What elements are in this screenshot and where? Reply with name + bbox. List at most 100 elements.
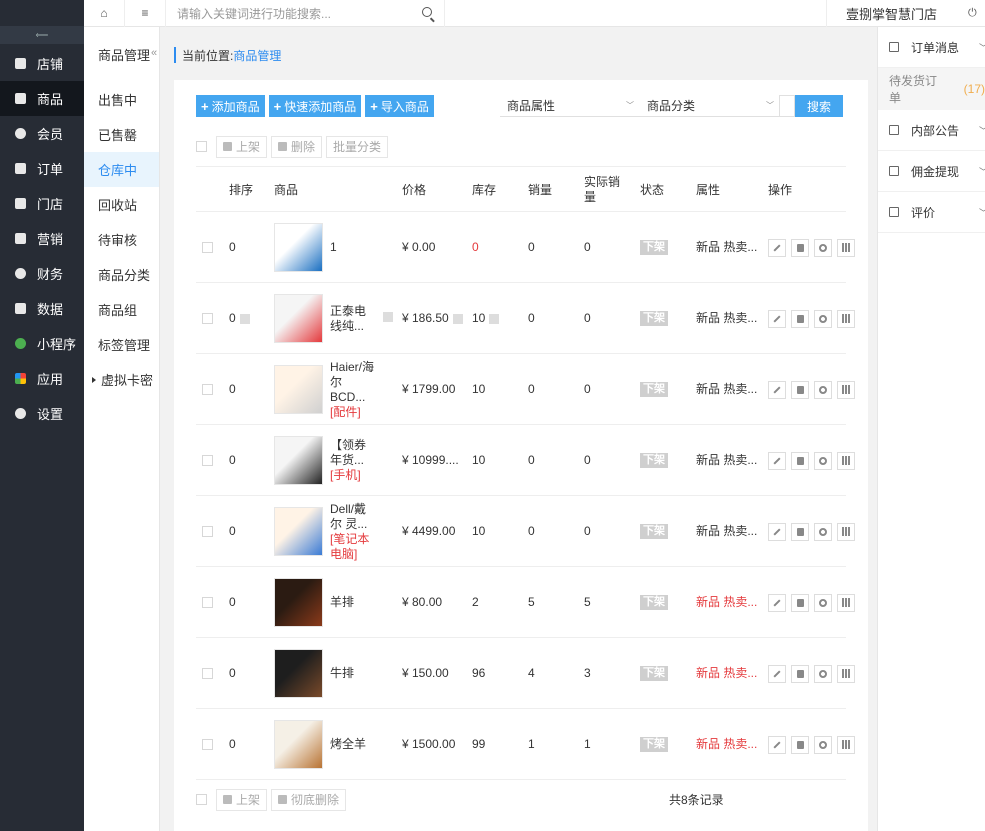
copy-link-button[interactable] (814, 451, 832, 470)
product-thumbnail[interactable] (274, 507, 323, 556)
row-checkbox[interactable] (202, 597, 213, 608)
product-name[interactable]: Haier/海尔 BCD... [配件] (330, 354, 374, 425)
product-thumbnail[interactable] (274, 578, 323, 627)
copy-link-button[interactable] (814, 735, 832, 754)
row-checkbox[interactable] (202, 739, 213, 750)
attrs-cell[interactable]: 新品 热卖... (696, 709, 757, 780)
status-badge[interactable]: 下架 (640, 595, 668, 610)
category-filter-select[interactable]: 商品分类 ﹀ (640, 95, 780, 117)
attrs-cell[interactable]: 新品 热卖... (696, 283, 757, 354)
attr-filter-select[interactable]: 商品属性 ﹀ (500, 95, 640, 117)
delete-row-button[interactable] (791, 451, 809, 470)
add-product-button[interactable]: + 添加商品 (196, 95, 265, 117)
import-product-button[interactable]: + 导入商品 (365, 95, 434, 117)
search-keyword-input[interactable] (779, 95, 795, 117)
product-name[interactable]: 牛排 (330, 638, 374, 709)
copy-link-button[interactable] (814, 664, 832, 683)
breadcrumb-current[interactable]: 商品管理 (233, 47, 281, 64)
sidebar-toggle[interactable]: ⟸ (0, 26, 84, 44)
subnav-item-sold-out[interactable]: 已售罄 (84, 117, 159, 152)
edit-button[interactable] (768, 238, 786, 257)
row-checkbox[interactable] (202, 384, 213, 395)
sidebar-item-marketing[interactable]: 营销 (0, 221, 84, 256)
sidebar-item-goods[interactable]: 商品 (0, 81, 84, 116)
edit-button[interactable] (768, 451, 786, 470)
qrcode-button[interactable] (837, 238, 855, 257)
header-sales[interactable]: 销量 (528, 167, 552, 213)
copy-link-button[interactable] (814, 593, 832, 612)
reviews[interactable]: 评价﹀ (878, 192, 985, 233)
edit-button[interactable] (768, 664, 786, 683)
subnav-item-virtual-card[interactable]: 虚拟卡密 (84, 362, 159, 397)
status-badge[interactable]: 下架 (640, 737, 668, 752)
edit-button[interactable] (768, 593, 786, 612)
sidebar-item-store[interactable]: 店铺 (0, 46, 84, 81)
pending-ship-orders[interactable]: 待发货订单 (17) (878, 68, 985, 110)
qrcode-button[interactable] (837, 309, 855, 328)
subnav-item-recycle[interactable]: 回收站 (84, 187, 159, 222)
edit-icon[interactable] (383, 312, 393, 322)
status-badge[interactable]: 下架 (640, 524, 668, 539)
delete-row-button[interactable] (791, 309, 809, 328)
delete-row-button[interactable] (791, 238, 809, 257)
product-thumbnail[interactable] (274, 294, 323, 343)
sort-cell[interactable]: 0 (229, 496, 236, 567)
quick-add-product-button[interactable]: + 快速添加商品 (268, 95, 362, 117)
qrcode-button[interactable] (837, 664, 855, 683)
product-name[interactable]: 羊排 (330, 567, 374, 638)
subnav-item-category[interactable]: 商品分类 (84, 257, 159, 292)
subnav-item-warehouse[interactable]: 仓库中 (84, 152, 159, 187)
subnav-item-on-sale[interactable]: 出售中 (84, 82, 159, 117)
attrs-cell[interactable]: 新品 热卖... (696, 638, 757, 709)
product-thumbnail[interactable] (274, 649, 323, 698)
qrcode-button[interactable] (837, 522, 855, 541)
product-thumbnail[interactable] (274, 720, 323, 769)
collapse-icon[interactable]: « (151, 47, 157, 59)
delete-row-button[interactable] (791, 593, 809, 612)
sort-cell[interactable]: 0 (229, 638, 236, 709)
product-name[interactable]: 正泰电 线纯... (330, 283, 374, 354)
menu-icon[interactable]: ≡ (125, 0, 166, 27)
status-badge[interactable]: 下架 (640, 311, 668, 326)
order-messages[interactable]: 订单消息﹀ (878, 27, 985, 68)
search-button[interactable]: 搜索 (795, 95, 843, 117)
attrs-cell[interactable]: 新品 热卖... (696, 354, 757, 425)
header-price[interactable]: 价格 (402, 167, 426, 213)
product-name[interactable]: 【领券 年货... [手机] (330, 425, 374, 496)
delete-row-button[interactable] (791, 735, 809, 754)
sidebar-item-data[interactable]: 数据 (0, 291, 84, 326)
qrcode-button[interactable] (837, 593, 855, 612)
purge-button[interactable]: 彻底删除 (271, 788, 347, 811)
copy-link-button[interactable] (814, 380, 832, 399)
copy-link-button[interactable] (814, 238, 832, 257)
edit-icon[interactable] (452, 313, 463, 324)
status-badge[interactable]: 下架 (640, 382, 668, 397)
sidebar-item-finance[interactable]: 财务 (0, 256, 84, 291)
power-icon[interactable]: ⏻ (968, 0, 985, 27)
sidebar-item-shop[interactable]: 门店 (0, 186, 84, 221)
sidebar-item-miniprogram[interactable]: 小程序 (0, 326, 84, 361)
sort-cell[interactable]: 0 (229, 425, 236, 496)
product-thumbnail[interactable] (274, 436, 323, 485)
commission-withdraw[interactable]: 佣金提现﹀ (878, 151, 985, 192)
qrcode-button[interactable] (837, 380, 855, 399)
row-checkbox[interactable] (202, 526, 213, 537)
row-checkbox[interactable] (202, 455, 213, 466)
delete-row-button[interactable] (791, 522, 809, 541)
product-thumbnail[interactable] (274, 223, 323, 272)
qrcode-button[interactable] (837, 451, 855, 470)
row-checkbox[interactable] (202, 313, 213, 324)
edit-icon[interactable] (489, 313, 500, 324)
copy-link-button[interactable] (814, 522, 832, 541)
subnav-item-pending-review[interactable]: 待审核 (84, 222, 159, 257)
product-name[interactable]: Dell/戴尔 灵... [笔记本电脑] (330, 496, 374, 567)
sidebar-item-apps[interactable]: 应用 (0, 361, 84, 396)
shelve-button-bottom[interactable]: 上架 (216, 788, 268, 811)
row-checkbox[interactable] (202, 668, 213, 679)
sidebar-item-member[interactable]: 会员 (0, 116, 84, 151)
attrs-cell[interactable]: 新品 热卖... (696, 496, 757, 567)
subnav-item-group[interactable]: 商品组 (84, 292, 159, 327)
subnav-item-tags[interactable]: 标签管理 (84, 327, 159, 362)
search-icon[interactable] (422, 7, 432, 17)
batch-category-button[interactable]: 批量分类 (326, 135, 389, 158)
